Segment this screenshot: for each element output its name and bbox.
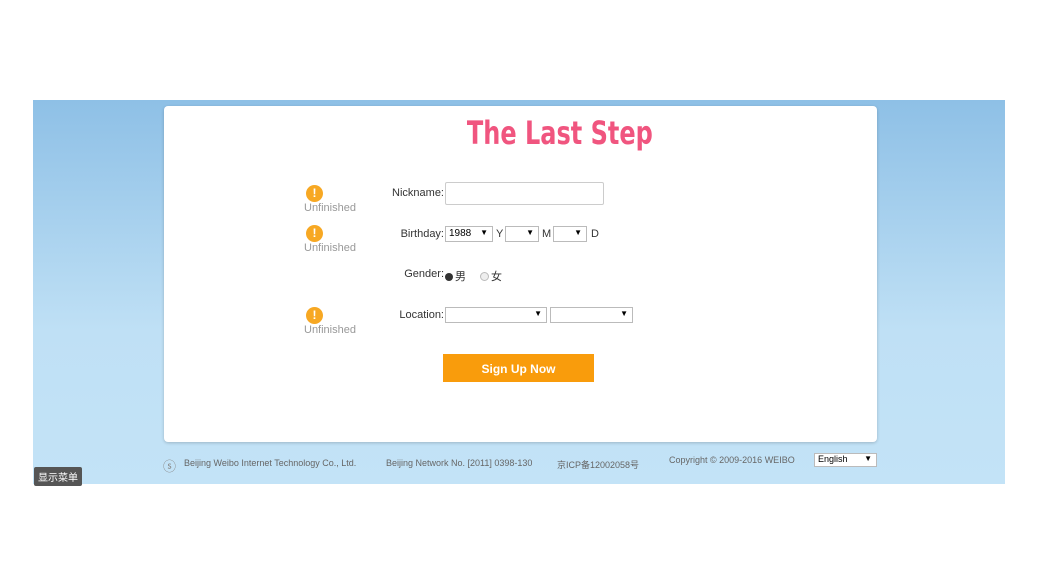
nickname-label: Nickname: xyxy=(392,187,444,199)
warning-icon: ! xyxy=(306,225,323,242)
gender-female-radio[interactable]: 女 xyxy=(480,268,502,284)
birthday-status: ! Unfinished xyxy=(304,225,356,254)
year-select[interactable]: 1988 ▼ xyxy=(445,226,493,242)
year-unit: Y xyxy=(496,228,504,240)
birthday-label: Birthday: xyxy=(400,228,444,240)
province-select[interactable]: ▼ xyxy=(445,307,547,323)
show-menu-button[interactable]: 显示菜单 xyxy=(34,467,82,486)
gender-label: Gender: xyxy=(404,268,444,280)
footer-copyright: Copyright © 2009-2016 WEIBO xyxy=(669,455,795,465)
day-select[interactable]: ▼ xyxy=(553,226,587,242)
footer-icp[interactable]: 京ICP备12002058号 xyxy=(557,458,639,471)
nickname-status: ! Unfinished xyxy=(304,185,356,214)
nickname-input[interactable] xyxy=(445,182,604,205)
day-unit: D xyxy=(591,228,599,240)
location-status: ! Unfinished xyxy=(304,307,356,336)
page-title: The Last Step xyxy=(466,114,653,152)
gender-male-radio[interactable]: 男 xyxy=(445,268,466,284)
city-select[interactable]: ▼ xyxy=(550,307,633,323)
footer-company: Beijing Weibo Internet Technology Co., L… xyxy=(184,458,357,468)
signup-card: The Last Step xyxy=(164,106,877,442)
footer-network[interactable]: Beijing Network No. [2011] 0398-130 xyxy=(386,458,532,468)
month-select[interactable]: ▼ xyxy=(505,226,539,242)
weibo-logo-icon: ⓢ xyxy=(163,459,177,474)
warning-icon: ! xyxy=(306,307,323,324)
location-label: Location: xyxy=(399,309,444,321)
warning-icon: ! xyxy=(306,185,323,202)
month-unit: M xyxy=(542,228,552,240)
sign-up-button[interactable]: Sign Up Now xyxy=(443,354,594,382)
language-select[interactable]: English ▼ xyxy=(814,453,877,467)
